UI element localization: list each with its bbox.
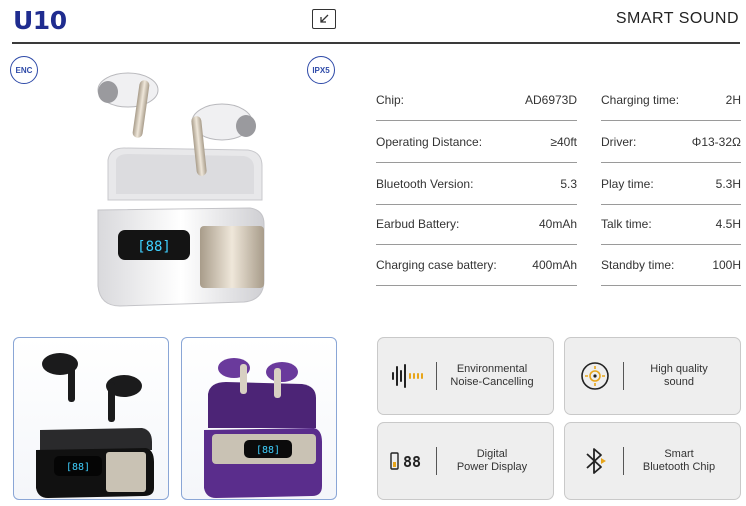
spec-label: Bluetooth Version: [376, 177, 474, 191]
page-title: SMART SOUND [615, 10, 739, 27]
black-earbuds-image: [88] [36, 353, 154, 498]
enc-badge: ENC [10, 56, 38, 84]
spec-value: 4.5H [715, 217, 741, 231]
spec-value: 5.3H [715, 177, 741, 191]
spec-label: Driver: [601, 135, 637, 149]
spec-label: Operating Distance: [376, 135, 483, 149]
spec-divider [376, 120, 577, 121]
spec-divider [376, 162, 577, 163]
variant-purple-thumbnail[interactable]: [88] [181, 337, 337, 500]
spec-row: Earbud Battery: 40mAh [376, 214, 577, 234]
feature-label: Digital Power Display [456, 448, 528, 473]
spec-label: Standby time: [601, 258, 675, 272]
spec-label: Charging time: [601, 93, 680, 107]
spec-row: Operating Distance: ≥40ft [376, 132, 577, 152]
svg-text:[88]: [88] [137, 239, 171, 255]
spec-divider [376, 285, 577, 286]
spec-label: Earbud Battery: [376, 217, 460, 231]
spec-row: Charging case battery: 400mAh [376, 255, 577, 275]
spec-value: 400mAh [532, 258, 577, 272]
feature-card-sound-quality: High quality sound [564, 337, 741, 415]
svg-text:[88]: [88] [66, 462, 90, 473]
spec-value: 40mAh [538, 217, 577, 231]
spec-row: Charging time: 2H [601, 90, 741, 110]
variant-black-thumbnail[interactable]: [88] [13, 337, 169, 500]
svg-text:[88]: [88] [256, 445, 280, 456]
svg-text:88: 88 [403, 453, 421, 471]
spec-label: Chip: [376, 93, 405, 107]
feature-label: Environmental Noise-Cancelling [450, 363, 534, 388]
bluetooth-icon [571, 446, 619, 476]
spec-row: Chip: AD6973D [376, 90, 577, 110]
spec-value: 5.3 [560, 177, 577, 191]
speaker-icon [571, 360, 619, 392]
spec-row: Standby time: 100H [601, 255, 741, 275]
spec-divider [601, 204, 741, 205]
spec-divider [601, 285, 741, 286]
spec-divider [376, 244, 577, 245]
spec-label: Play time: [601, 177, 654, 191]
spec-divider [601, 162, 741, 163]
spec-label: Talk time: [601, 217, 652, 231]
spec-divider [601, 244, 741, 245]
spec-row: Play time: 5.3H [601, 174, 741, 194]
brand-logo: U10 [13, 6, 67, 35]
sound-wave-icon [384, 363, 432, 389]
spec-value: ≥40ft [550, 135, 577, 149]
header-divider [12, 42, 740, 44]
feature-label: Smart Bluetooth Chip [642, 448, 716, 473]
spec-row: Bluetooth Version: 5.3 [376, 174, 577, 194]
spec-divider [376, 204, 577, 205]
spec-label: Charging case battery: [376, 258, 497, 272]
feature-card-power-display: 88 Digital Power Display [377, 422, 554, 500]
battery-display-icon: 88 [384, 450, 432, 472]
product-image-white: [88] [97, 72, 265, 307]
feature-card-noise-cancelling: Environmental Noise-Cancelling [377, 337, 554, 415]
purple-earbuds-image: [88] [204, 358, 322, 498]
spec-row: Talk time: 4.5H [601, 214, 741, 234]
spec-value: Φ13-32Ω [691, 135, 741, 149]
spec-value: 2H [725, 93, 741, 107]
feature-label: High quality sound [650, 363, 708, 388]
spec-divider [601, 120, 741, 121]
spec-value: 100H [712, 258, 741, 272]
spec-row: Driver: Φ13-32Ω [601, 132, 741, 152]
arrow-down-left-icon [320, 14, 329, 23]
expand-button[interactable] [312, 9, 336, 29]
feature-card-bluetooth: Smart Bluetooth Chip [564, 422, 741, 500]
spec-value: AD6973D [524, 93, 577, 107]
ipx-badge: IPX5 [307, 56, 335, 84]
